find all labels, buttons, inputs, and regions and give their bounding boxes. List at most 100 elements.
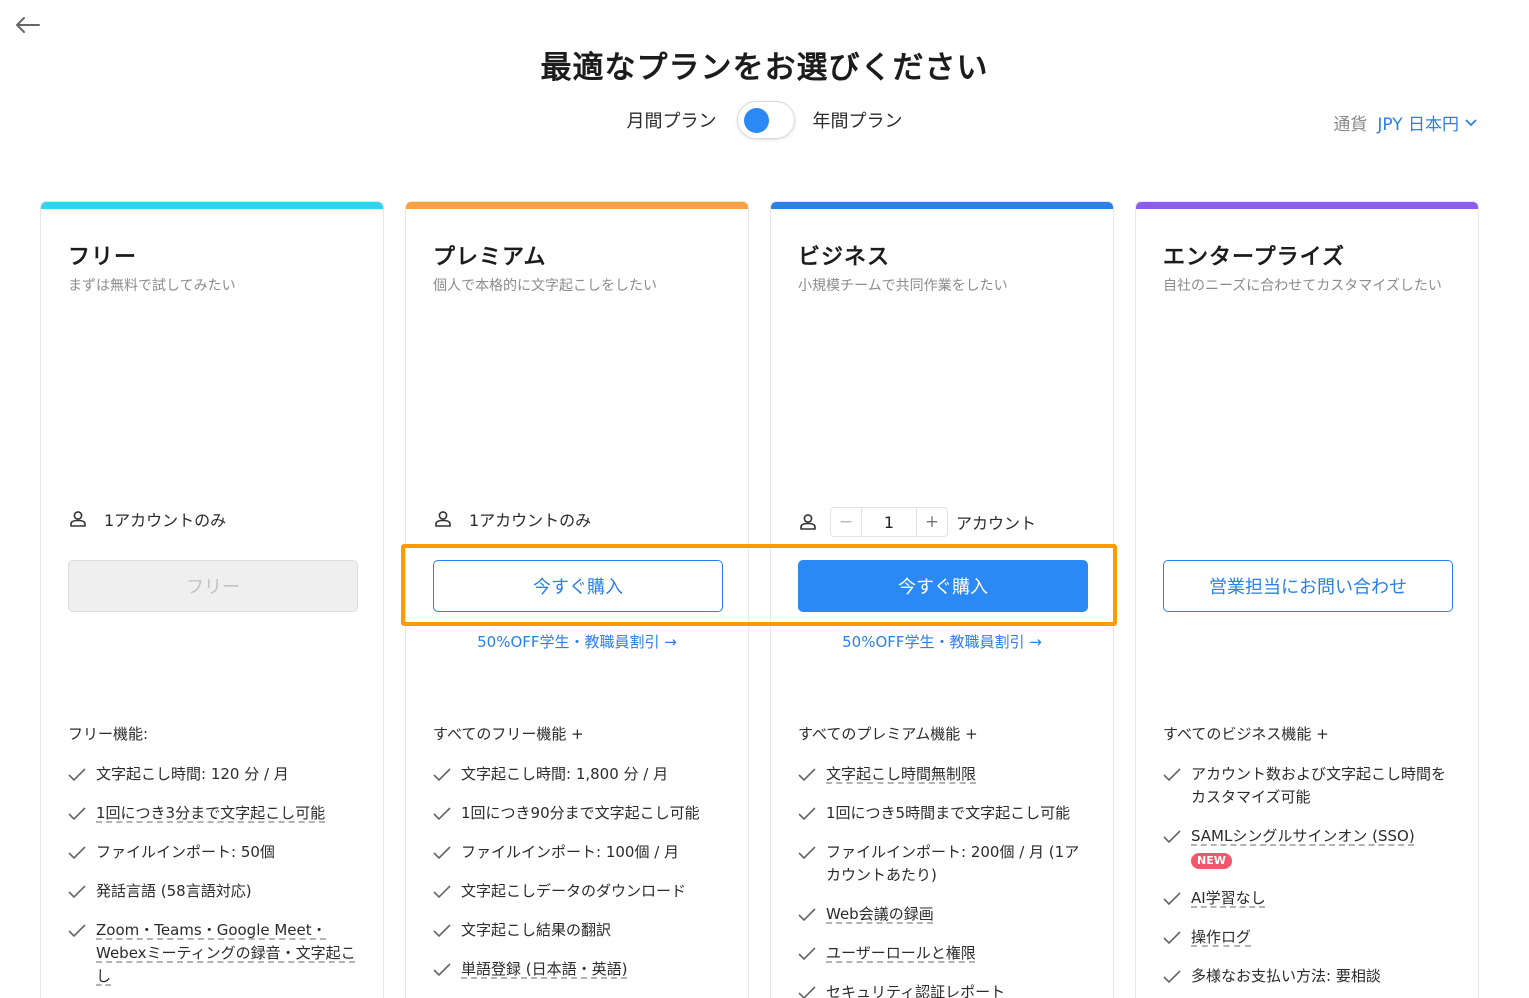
feature-item: Zoom・Teams・Google Meet・Webexミーティングの録音・文字… <box>68 919 360 988</box>
student-discount-link[interactable]: 50%OFF学生・教職員割引 → <box>771 631 1113 652</box>
feature-item: ファイルインポート: 50個 <box>68 841 360 864</box>
seat-label: 1アカウントのみ <box>469 511 592 530</box>
feature-item: アカウント数および文字起こし時間をカスタマイズ可能 <box>1163 763 1455 809</box>
features-header: すべてのフリー機能 + <box>433 725 584 743</box>
feature-item: 1回につき5時間まで文字起こし可能 <box>798 802 1090 825</box>
features-header: すべてのプレミアム機能 + <box>798 725 978 743</box>
check-icon <box>68 802 88 825</box>
arrow-left-icon <box>16 17 40 33</box>
user-icon <box>70 511 86 527</box>
seat-label: 1アカウントのみ <box>104 511 227 530</box>
plan-name: ビジネス <box>798 245 891 270</box>
feature-item: Web会議の録画 <box>798 903 1090 926</box>
feature-item: 発話言語 (58言語対応) <box>68 880 360 903</box>
plan-name: フリー <box>68 245 138 270</box>
check-icon <box>1163 887 1183 910</box>
toggle-knob <box>743 108 769 133</box>
user-icon <box>435 511 451 527</box>
seat-info: 1アカウントのみ <box>433 507 591 531</box>
seat-info: 1アカウントのみ <box>68 507 226 531</box>
billing-yearly-label[interactable]: 年間プラン <box>813 107 903 133</box>
buy-now-button[interactable]: 今すぐ購入 <box>798 560 1088 612</box>
check-icon <box>1163 926 1183 949</box>
billing-monthly-label[interactable]: 月間プラン <box>627 107 717 133</box>
seat-stepper: − 1 + <box>830 507 948 537</box>
feature-item: 文字起こしデータのダウンロード <box>433 880 725 903</box>
check-icon <box>68 880 88 903</box>
sso-feature-text[interactable]: SAMLシングルサインオン (SSO) <box>1191 827 1415 845</box>
feature-item: 文字起こし時間: 120 分 / 月 <box>68 763 360 786</box>
feature-item: 多様なお支払い方法: 要相談 <box>1163 965 1455 988</box>
feature-item: 単語登録 (日本語・英語) <box>433 958 725 981</box>
check-icon <box>433 841 453 864</box>
plan-description: まずは無料で試してみたい <box>68 278 236 294</box>
currency-dropdown[interactable]: JPY 日本円 <box>1377 110 1477 135</box>
plan-color-bar <box>406 202 748 209</box>
check-icon <box>798 802 818 825</box>
feature-item: 文字起こし結果の翻訳 <box>433 919 725 942</box>
feature-list: アカウント数および文字起こし時間をカスタマイズ可能 SAMLシングルサインオン … <box>1163 763 1455 998</box>
seat-count-input[interactable]: 1 <box>861 508 917 536</box>
plan-card-free: フリー まずは無料で試してみたい 1アカウントのみ フリー フリー機能: 文字起… <box>40 201 384 998</box>
feature-list: 文字起こし時間: 120 分 / 月 1回につき3分まで文字起こし可能 ファイル… <box>68 763 360 998</box>
check-icon <box>433 802 453 825</box>
feature-item: セキュリティ認証レポート <box>798 981 1090 998</box>
feature-list: 文字起こし時間: 1,800 分 / 月 1回につき90分まで文字起こし可能 フ… <box>433 763 725 997</box>
plan-description: 小規模チームで共同作業をしたい <box>798 278 1008 294</box>
check-icon <box>1163 763 1183 786</box>
check-icon <box>68 841 88 864</box>
seat-unit-label: アカウント <box>956 514 1037 533</box>
free-plan-button: フリー <box>68 560 358 612</box>
decrement-button[interactable]: − <box>831 508 861 536</box>
feature-item: SAMLシングルサインオン (SSO) NEW <box>1163 825 1455 871</box>
check-icon <box>1163 965 1183 988</box>
feature-item: 1回につき3分まで文字起こし可能 <box>68 802 360 825</box>
feature-item: AI学習なし <box>1163 887 1455 910</box>
currency-value: JPY 日本円 <box>1377 115 1459 135</box>
currency-selector: 通貨 JPY 日本円 <box>1333 110 1477 135</box>
feature-list: 文字起こし時間無制限 1回につき5時間まで文字起こし可能 ファイルインポート: … <box>798 763 1090 998</box>
plan-name: プレミアム <box>433 245 547 270</box>
seat-info: − 1 + アカウント <box>798 507 1036 537</box>
check-icon <box>433 958 453 981</box>
plan-card-premium: プレミアム 個人で本格的に文字起こしをしたい 1アカウントのみ 今すぐ購入 50… <box>405 201 749 998</box>
page-title: 最適なプランをお選びください <box>540 50 989 86</box>
buy-now-button[interactable]: 今すぐ購入 <box>433 560 723 612</box>
check-icon <box>798 763 818 786</box>
billing-toggle[interactable] <box>736 101 795 139</box>
check-icon <box>68 919 88 942</box>
feature-item: ファイルインポート: 200個 / 月 (1アカウントあたり) <box>798 841 1090 887</box>
feature-item: 文字起こし時間無制限 <box>798 763 1090 786</box>
features-header: フリー機能: <box>68 725 149 743</box>
plan-color-bar <box>1136 202 1478 209</box>
feature-item: 1回につき90分まで文字起こし可能 <box>433 802 725 825</box>
feature-item: 操作ログ <box>1163 926 1455 949</box>
features-header: すべてのビジネス機能 + <box>1163 725 1329 743</box>
chevron-down-icon <box>1465 118 1477 126</box>
plan-card-business: ビジネス 小規模チームで共同作業をしたい − 1 + アカウント 今すぐ購入 5… <box>770 201 1114 998</box>
contact-sales-button[interactable]: 営業担当にお問い合わせ <box>1163 560 1453 612</box>
currency-label: 通貨 <box>1333 115 1368 135</box>
increment-button[interactable]: + <box>917 508 947 536</box>
user-icon <box>800 514 816 530</box>
plan-description: 個人で本格的に文字起こしをしたい <box>433 278 657 294</box>
check-icon <box>798 981 818 998</box>
feature-item: ユーザーロールと権限 <box>798 942 1090 965</box>
check-icon <box>433 919 453 942</box>
student-discount-link[interactable]: 50%OFF学生・教職員割引 → <box>406 631 748 652</box>
feature-item: ファイルインポート: 100個 / 月 <box>433 841 725 864</box>
check-icon <box>433 763 453 786</box>
plan-card-enterprise: エンタープライズ 自社のニーズに合わせてカスタマイズしたい 営業担当にお問い合わ… <box>1135 201 1479 998</box>
back-button[interactable] <box>12 12 42 38</box>
plan-description: 自社のニーズに合わせてカスタマイズしたい <box>1163 278 1442 294</box>
new-badge: NEW <box>1191 853 1232 869</box>
check-icon <box>798 903 818 926</box>
billing-toggle-group: 月間プラン 年間プラン <box>0 101 1529 139</box>
check-icon <box>68 763 88 786</box>
plan-color-bar <box>41 202 383 209</box>
feature-item: 文字起こし時間: 1,800 分 / 月 <box>433 763 725 786</box>
check-icon <box>1163 825 1183 848</box>
check-icon <box>798 841 818 864</box>
plan-name: エンタープライズ <box>1163 245 1346 270</box>
plan-color-bar <box>771 202 1113 209</box>
